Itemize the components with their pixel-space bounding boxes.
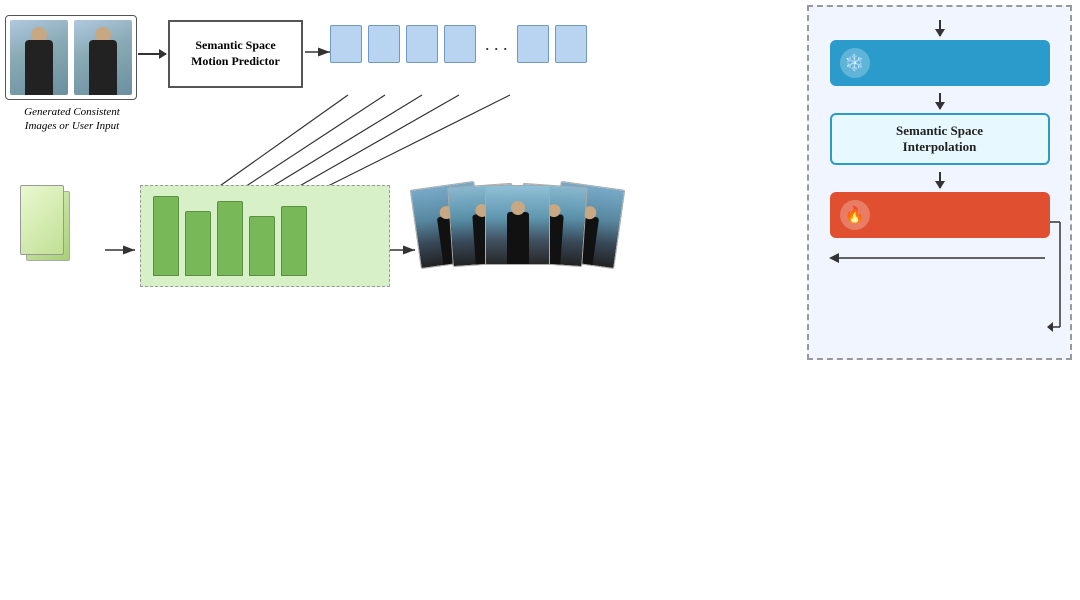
xt-container xyxy=(20,185,70,264)
vid-frame-3 xyxy=(485,185,550,265)
photo-figure-2 xyxy=(89,40,117,95)
snowflake-icon: ❄️ xyxy=(840,48,870,78)
diff-bar-5 xyxy=(281,206,307,276)
diff-bar-1 xyxy=(153,196,179,276)
ctrl-frame-5 xyxy=(517,25,549,63)
vid-figure-3 xyxy=(507,212,529,264)
input-label: Generated ConsistentImages or User Input xyxy=(2,105,142,134)
photo-2 xyxy=(74,20,132,95)
diff-bar-3 xyxy=(217,201,243,276)
diff-bar-2 xyxy=(185,211,211,276)
transformer-block: 🔥 xyxy=(830,192,1050,238)
mp-arrow-2 xyxy=(939,93,941,109)
ctrl-frame-3 xyxy=(406,25,438,63)
motion-predictor-box: Semantic SpaceMotion Predictor xyxy=(168,20,303,88)
diff-bar-4 xyxy=(249,216,275,276)
transformer-block-wrapper: 🔥 xyxy=(830,192,1050,238)
arrow-to-mp xyxy=(138,53,166,55)
consistent-videos-container xyxy=(415,185,675,211)
feedback-arrow-svg xyxy=(1035,217,1065,337)
mp-arrow-1 xyxy=(939,20,941,36)
vid-head-3 xyxy=(511,201,525,215)
tvdm-bars xyxy=(140,185,390,287)
control-frames-row: . . . xyxy=(330,25,587,63)
photo-1 xyxy=(10,20,68,95)
ctrl-frame-1 xyxy=(330,25,362,63)
photo-figure-1 xyxy=(25,40,53,95)
mp-arrow-3 xyxy=(939,172,941,188)
right-panel: ❄️ Semantic SpaceInterpolation 🔥 xyxy=(807,5,1072,360)
image-encoder-block: ❄️ xyxy=(830,40,1050,86)
xt-box-wrapper xyxy=(20,185,70,260)
ctrl-frame-6 xyxy=(555,25,587,63)
diagram-area: . . . Generated ConsistentImages or User… xyxy=(0,0,1080,390)
ctrl-frame-2 xyxy=(368,25,400,63)
caption-area xyxy=(0,390,1080,410)
vid-bg-3 xyxy=(486,186,549,264)
ssi-block: Semantic SpaceInterpolation xyxy=(830,113,1050,165)
input-images-box xyxy=(5,15,137,100)
xt-box xyxy=(20,185,64,255)
mp-bottom-arrow xyxy=(825,248,1055,268)
ssi-label: Semantic SpaceInterpolation xyxy=(896,123,983,154)
tvdm-container xyxy=(140,185,390,311)
fire-icon: 🔥 xyxy=(840,200,870,230)
ctrl-frame-dots: . . . xyxy=(485,35,508,53)
arrow-to-mp-head xyxy=(159,49,167,59)
ctrl-frame-4 xyxy=(444,25,476,63)
